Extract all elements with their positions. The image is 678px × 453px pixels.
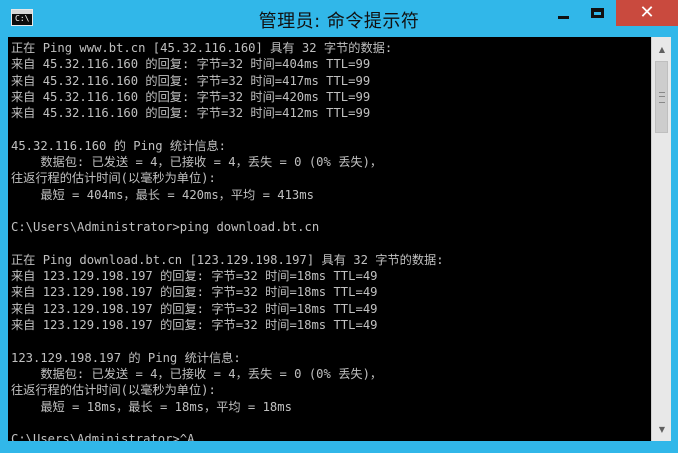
console-line: 正在 Ping www.bt.cn [45.32.116.160] 具有 32 … — [11, 41, 393, 55]
console-line: 来自 123.129.198.197 的回复: 字节=32 时间=18ms TT… — [11, 301, 378, 316]
console-line: 最短 = 18ms，最长 = 18ms，平均 = 18ms — [11, 399, 292, 414]
console-line: 45.32.116.160 的 Ping 统计信息: — [11, 138, 227, 153]
console-line: C:\Users\Administrator>^A — [11, 432, 195, 441]
maximize-button[interactable] — [580, 0, 614, 26]
console-line: 数据包: 已发送 = 4，已接收 = 4，丢失 = 0 (0% 丢失)， — [11, 155, 383, 170]
command-prompt-window: C:\ 管理员: 命令提示符 ✕ 正在 Ping www.bt.cn [45.3… — [0, 0, 678, 453]
console-line: 数据包: 已发送 = 4，已接收 = 4，丢失 = 0 (0% 丢失)， — [11, 366, 383, 381]
scroll-down-icon[interactable]: ▼ — [652, 419, 672, 439]
maximize-icon — [590, 8, 604, 18]
console-output[interactable]: 正在 Ping www.bt.cn [45.32.116.160] 具有 32 … — [8, 37, 651, 441]
console-line: 来自 123.129.198.197 的回复: 字节=32 时间=18ms TT… — [11, 318, 378, 333]
console-line: 来自 45.32.116.160 的回复: 字节=32 时间=420ms TTL… — [11, 89, 371, 104]
close-button[interactable]: ✕ — [616, 0, 678, 26]
console-line: C:\Users\Administrator>ping download.bt.… — [11, 220, 320, 235]
console-line: 往返行程的估计时间(以毫秒为单位): — [11, 383, 216, 398]
console-line: 来自 123.129.198.197 的回复: 字节=32 时间=18ms TT… — [11, 269, 378, 284]
thumb-grip-icon — [659, 92, 665, 103]
scroll-thumb[interactable] — [655, 61, 668, 133]
console-line: 来自 123.129.198.197 的回复: 字节=32 时间=18ms TT… — [11, 285, 378, 300]
console-line: 来自 45.32.116.160 的回复: 字节=32 时间=412ms TTL… — [11, 106, 371, 121]
minimize-icon — [557, 15, 569, 19]
console-line: 往返行程的估计时间(以毫秒为单位): — [11, 171, 216, 186]
minimize-button[interactable] — [548, 0, 578, 26]
console-text: 正在 Ping www.bt.cn [45.32.116.160] 具有 32 … — [8, 37, 651, 441]
console-line: 123.129.198.197 的 Ping 统计信息: — [11, 350, 241, 365]
scroll-up-icon[interactable]: ▲ — [652, 39, 672, 59]
console-line: 来自 45.32.116.160 的回复: 字节=32 时间=417ms TTL… — [11, 73, 371, 88]
console-line: 正在 Ping download.bt.cn [123.129.198.197]… — [11, 252, 444, 267]
title-bar[interactable]: C:\ 管理员: 命令提示符 ✕ — [0, 0, 678, 36]
vertical-scrollbar[interactable]: ▲ ▼ — [651, 37, 671, 441]
console-line: 最短 = 404ms，最长 = 420ms，平均 = 413ms — [11, 187, 314, 202]
close-icon: ✕ — [639, 2, 655, 23]
console-line: 来自 45.32.116.160 的回复: 字节=32 时间=404ms TTL… — [11, 57, 371, 72]
